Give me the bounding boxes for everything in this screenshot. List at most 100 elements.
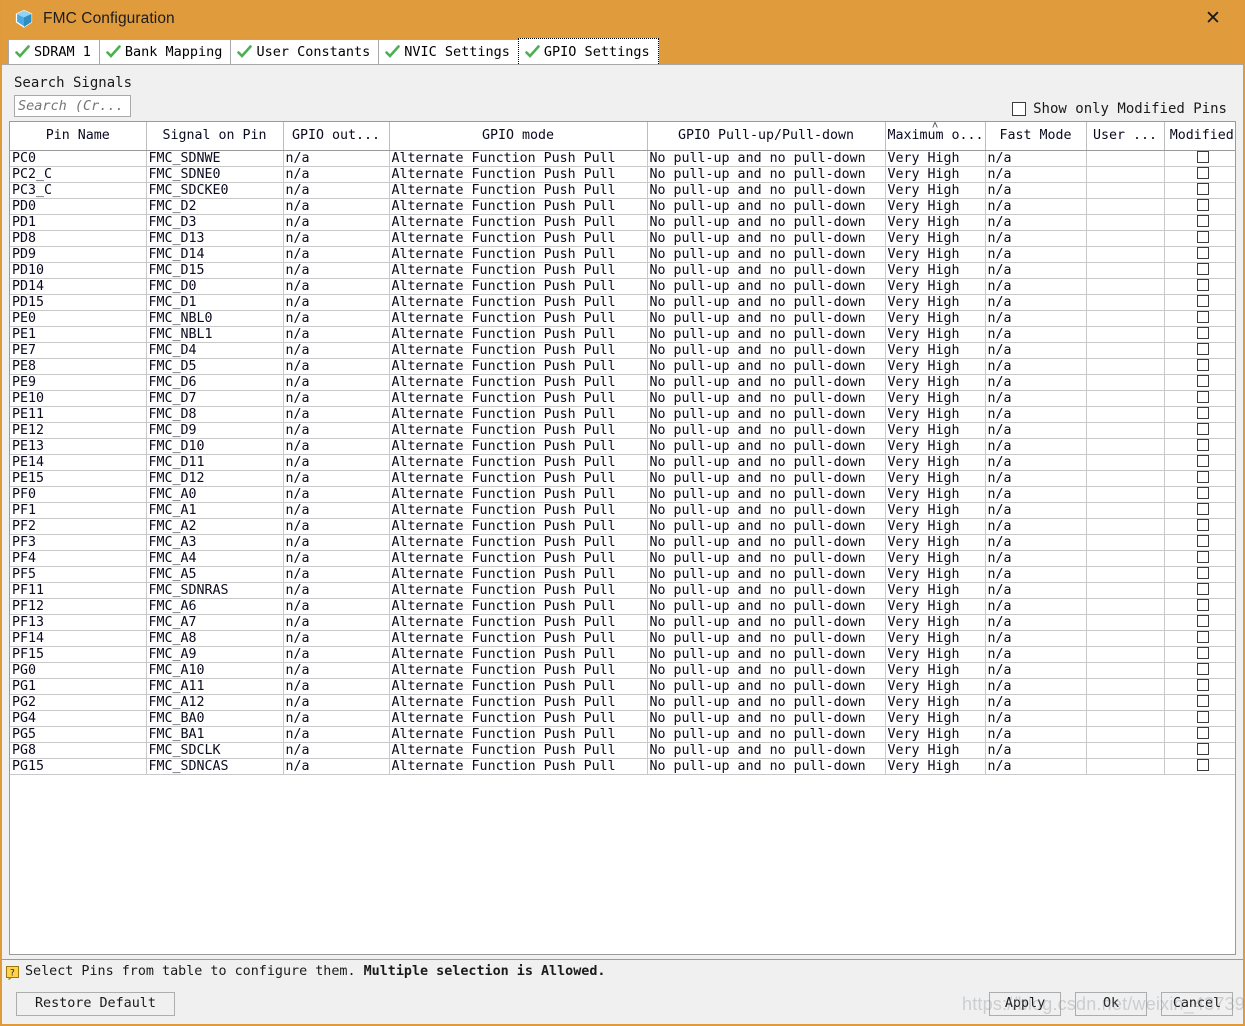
cell-gpio-pullup-pulldown[interactable]: No pull-up and no pull-down (647, 438, 886, 455)
cell-user-label[interactable] (1086, 486, 1165, 503)
cell-gpio-output[interactable]: n/a (283, 358, 390, 375)
cell-gpio-pullup-pulldown[interactable]: No pull-up and no pull-down (647, 630, 886, 647)
cell-signal-on-pin[interactable]: FMC_D2 (146, 198, 284, 215)
cell-modified[interactable] (1164, 230, 1235, 247)
cell-gpio-output[interactable]: n/a (283, 374, 390, 391)
modified-checkbox[interactable] (1196, 551, 1209, 563)
cancel-button[interactable]: Cancel (1161, 991, 1233, 1016)
cell-gpio-mode[interactable]: Alternate Function Push Pull (389, 470, 648, 487)
table-row[interactable]: PD10 FMC_D15 n/a Alternate Function Push Pu… (10, 262, 1235, 279)
cell-gpio-pullup-pulldown[interactable]: No pull-up and no pull-down (647, 230, 886, 247)
cell-fast-mode[interactable]: n/a (985, 438, 1087, 455)
cell-fast-mode[interactable]: n/a (985, 406, 1087, 423)
cell-gpio-output[interactable]: n/a (283, 150, 390, 167)
cell-signal-on-pin[interactable]: FMC_A10 (146, 662, 284, 679)
modified-checkbox[interactable] (1196, 599, 1209, 611)
cell-signal-on-pin[interactable]: FMC_D10 (146, 438, 284, 455)
cell-maximum-output[interactable]: Very High (885, 422, 986, 439)
table-row[interactable]: PF5 FMC_A5 n/a Alternate Function Push Pull… (10, 566, 1235, 583)
cell-modified[interactable] (1164, 198, 1235, 215)
cell-maximum-output[interactable]: Very High (885, 278, 986, 295)
cell-gpio-pullup-pulldown[interactable]: No pull-up and no pull-down (647, 278, 886, 295)
table-row[interactable]: PE9 FMC_D6 n/a Alternate Function Push Pull… (10, 374, 1235, 391)
col-header-gpio-mode[interactable]: GPIO mode (389, 122, 648, 151)
cell-modified[interactable] (1164, 150, 1235, 167)
table-row[interactable]: PE1 FMC_NBL1 n/a Alternate Function Push Pu… (10, 326, 1235, 343)
cell-gpio-mode[interactable]: Alternate Function Push Pull (389, 646, 648, 663)
cell-maximum-output[interactable]: Very High (885, 214, 986, 231)
cell-modified[interactable] (1164, 502, 1235, 519)
modified-checkbox[interactable] (1196, 759, 1209, 771)
cell-gpio-output[interactable]: n/a (283, 694, 390, 711)
cell-gpio-mode[interactable]: Alternate Function Push Pull (389, 486, 648, 503)
table-row[interactable]: PE11 FMC_D8 n/a Alternate Function Push Pul… (10, 406, 1235, 423)
col-header-user-label[interactable]: User ... (1086, 122, 1165, 151)
cell-pin-name[interactable]: PF3 (10, 534, 147, 551)
cell-signal-on-pin[interactable]: FMC_A2 (146, 518, 284, 535)
cell-pin-name[interactable]: PF5 (10, 566, 147, 583)
cell-signal-on-pin[interactable]: FMC_A4 (146, 550, 284, 567)
cell-gpio-mode[interactable]: Alternate Function Push Pull (389, 406, 648, 423)
modified-checkbox[interactable] (1196, 199, 1209, 211)
cell-gpio-pullup-pulldown[interactable]: No pull-up and no pull-down (647, 470, 886, 487)
cell-gpio-pullup-pulldown[interactable]: No pull-up and no pull-down (647, 454, 886, 471)
cell-gpio-mode[interactable]: Alternate Function Push Pull (389, 390, 648, 407)
modified-checkbox[interactable] (1196, 311, 1209, 323)
cell-pin-name[interactable]: PF12 (10, 598, 147, 615)
show-only-modified-pins-checkbox[interactable]: Show only Modified Pins (1012, 101, 1227, 117)
modified-checkbox[interactable] (1196, 647, 1209, 659)
cell-signal-on-pin[interactable]: FMC_D9 (146, 422, 284, 439)
cell-pin-name[interactable]: PC3_C (10, 182, 147, 199)
cell-modified[interactable] (1164, 646, 1235, 663)
cell-modified[interactable] (1164, 310, 1235, 327)
cell-pin-name[interactable]: PG8 (10, 742, 147, 759)
cell-user-label[interactable] (1086, 694, 1165, 711)
modified-checkbox[interactable] (1196, 391, 1209, 403)
table-row[interactable]: PE12 FMC_D9 n/a Alternate Function Push Pul… (10, 422, 1235, 439)
cell-gpio-output[interactable]: n/a (283, 486, 390, 503)
cell-gpio-output[interactable]: n/a (283, 310, 390, 327)
cell-gpio-mode[interactable]: Alternate Function Push Pull (389, 166, 648, 183)
cell-gpio-mode[interactable]: Alternate Function Push Pull (389, 662, 648, 679)
cell-pin-name[interactable]: PD10 (10, 262, 147, 279)
cell-gpio-mode[interactable]: Alternate Function Push Pull (389, 758, 648, 775)
cell-gpio-output[interactable]: n/a (283, 214, 390, 231)
cell-user-label[interactable] (1086, 182, 1165, 199)
cell-gpio-pullup-pulldown[interactable]: No pull-up and no pull-down (647, 710, 886, 727)
cell-user-label[interactable] (1086, 294, 1165, 311)
cell-pin-name[interactable]: PG2 (10, 694, 147, 711)
cell-signal-on-pin[interactable]: FMC_A3 (146, 534, 284, 551)
cell-gpio-output[interactable]: n/a (283, 582, 390, 599)
cell-fast-mode[interactable]: n/a (985, 662, 1087, 679)
cell-gpio-mode[interactable]: Alternate Function Push Pull (389, 598, 648, 615)
table-row[interactable]: PG1 FMC_A11 n/a Alternate Function Push Pul… (10, 678, 1235, 695)
cell-fast-mode[interactable]: n/a (985, 678, 1087, 695)
cell-gpio-mode[interactable]: Alternate Function Push Pull (389, 422, 648, 439)
cell-signal-on-pin[interactable]: FMC_A8 (146, 630, 284, 647)
cell-gpio-output[interactable]: n/a (283, 198, 390, 215)
cell-user-label[interactable] (1086, 166, 1165, 183)
cell-maximum-output[interactable]: Very High (885, 150, 986, 167)
cell-gpio-output[interactable]: n/a (283, 278, 390, 295)
table-row[interactable]: PD15 FMC_D1 n/a Alternate Function Push Pul… (10, 294, 1235, 311)
cell-gpio-mode[interactable]: Alternate Function Push Pull (389, 678, 648, 695)
cell-modified[interactable] (1164, 390, 1235, 407)
cell-user-label[interactable] (1086, 390, 1165, 407)
table-row[interactable]: PF13 FMC_A7 n/a Alternate Function Push Pul… (10, 614, 1235, 631)
modified-checkbox[interactable] (1196, 695, 1209, 707)
cell-maximum-output[interactable]: Very High (885, 438, 986, 455)
cell-fast-mode[interactable]: n/a (985, 454, 1087, 471)
pins-table-container[interactable]: Pin Name Signal on Pin GPIO out... GPIO … (9, 121, 1236, 955)
cell-gpio-mode[interactable]: Alternate Function Push Pull (389, 550, 648, 567)
cell-fast-mode[interactable]: n/a (985, 742, 1087, 759)
table-row[interactable]: PF3 FMC_A3 n/a Alternate Function Push Pull… (10, 534, 1235, 551)
modified-checkbox[interactable] (1196, 615, 1209, 627)
col-header-signal-on-pin[interactable]: Signal on Pin (146, 122, 284, 151)
cell-user-label[interactable] (1086, 646, 1165, 663)
cell-maximum-output[interactable]: Very High (885, 326, 986, 343)
cell-fast-mode[interactable]: n/a (985, 342, 1087, 359)
cell-user-label[interactable] (1086, 422, 1165, 439)
cell-maximum-output[interactable]: Very High (885, 678, 986, 695)
table-row[interactable]: PG5 FMC_BA1 n/a Alternate Function Push Pul… (10, 726, 1235, 743)
cell-modified[interactable] (1164, 598, 1235, 615)
